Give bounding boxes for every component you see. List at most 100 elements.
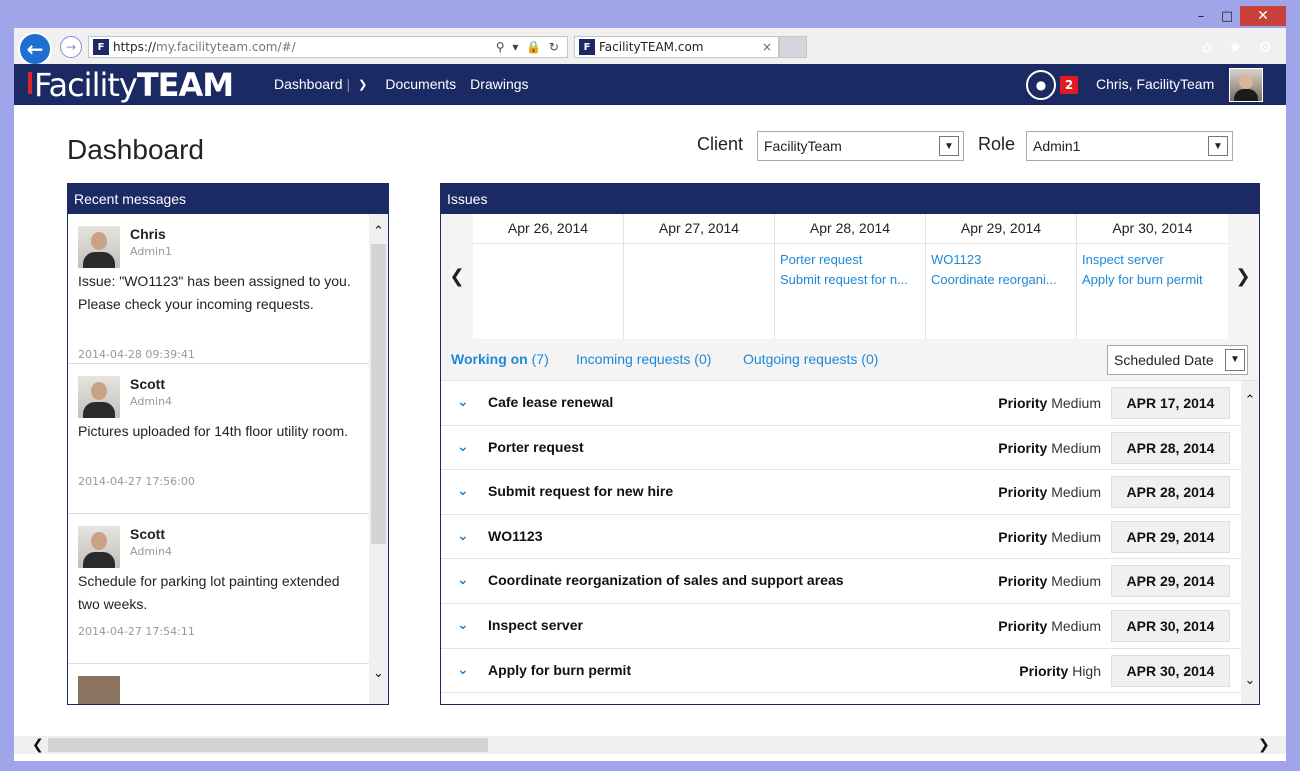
issue-row[interactable]: ⌄ Cafe lease renewal Priority Medium APR…: [441, 381, 1241, 426]
page-horizontal-scrollbar[interactable]: ❮ ❯: [14, 736, 1286, 754]
issue-title[interactable]: Submit request for new hire: [488, 483, 673, 499]
chevron-down-icon[interactable]: ⌄: [457, 662, 469, 678]
issue-title[interactable]: Cafe lease renewal: [488, 394, 613, 410]
chevron-down-icon[interactable]: ⌄: [1241, 673, 1259, 688]
message-item[interactable]: Scott Admin4 Pictures uploaded for 14th …: [68, 364, 369, 514]
issue-row[interactable]: ⌄ WO1123 Priority Medium APR 29, 2014: [441, 514, 1241, 560]
message-text: Pictures uploaded for 14th floor utility…: [78, 423, 349, 439]
calendar-issue-link[interactable]: Inspect server: [1077, 250, 1228, 270]
chevron-down-icon[interactable]: ❯: [358, 78, 367, 91]
chevron-left-icon[interactable]: ❮: [441, 214, 473, 339]
message-item[interactable]: [68, 664, 369, 704]
chevron-up-icon[interactable]: ⌃: [369, 224, 388, 239]
priority-value: Medium: [1051, 573, 1101, 590]
browser-tab[interactable]: F FacilityTEAM.com ×: [574, 36, 779, 58]
chevron-down-icon[interactable]: ▼: [1225, 349, 1245, 371]
browser-toolbar: ← → F https://my.facilityteam.com/#/ ⚲ ▾…: [14, 28, 1286, 66]
nav-drawings[interactable]: Drawings: [470, 76, 528, 92]
calendar-issue-link[interactable]: Coordinate reorgani...: [926, 270, 1076, 290]
address-actions-icon[interactable]: ⚲ ▾ 🔒 ↻: [496, 40, 567, 54]
maximize-button[interactable]: □: [1214, 6, 1240, 26]
issue-date: APR 28, 2014: [1111, 476, 1230, 509]
issue-row[interactable]: ⌄ Apply for burn permit Priority High AP…: [441, 648, 1241, 694]
address-bar[interactable]: F https://my.facilityteam.com/#/ ⚲ ▾ 🔒 ↻: [88, 36, 568, 58]
avatar: [78, 376, 120, 418]
issue-row[interactable]: ⌄ Porter request Priority Medium APR 28,…: [441, 425, 1241, 471]
facilityteam-logo[interactable]: FacilityTEAM: [28, 66, 234, 104]
chevron-up-icon[interactable]: ⌃: [1241, 393, 1259, 408]
notification-badge[interactable]: 2: [1060, 76, 1078, 94]
tab-outgoing-requests[interactable]: Outgoing requests (0): [743, 351, 878, 367]
chevron-down-icon[interactable]: ⌄: [457, 572, 469, 588]
close-button[interactable]: ✕: [1240, 6, 1286, 26]
message-author: Scott: [130, 376, 165, 392]
chevron-down-icon[interactable]: ⌄: [457, 394, 469, 410]
chevron-down-icon[interactable]: ▼: [939, 136, 959, 156]
messages-scrollbar[interactable]: ⌃ ⌄: [369, 214, 388, 704]
role-select[interactable]: Admin1 ▼: [1026, 131, 1233, 161]
priority-label: Priority: [998, 484, 1048, 501]
chevron-down-icon[interactable]: ⌄: [457, 439, 469, 455]
calendar-issue-link[interactable]: Porter request: [775, 250, 925, 270]
issue-date: APR 30, 2014: [1111, 654, 1230, 687]
chevron-down-icon[interactable]: ⌄: [457, 617, 469, 633]
tab-close-icon[interactable]: ×: [762, 40, 772, 54]
scrollbar-thumb[interactable]: [48, 738, 488, 752]
tab-title: FacilityTEAM.com: [599, 40, 704, 54]
logo-text-light: Facility: [34, 66, 138, 104]
back-arrow-icon[interactable]: ←: [18, 32, 52, 66]
message-item[interactable]: Scott Admin4 Schedule for parking lot pa…: [68, 514, 369, 664]
avatar[interactable]: [1229, 68, 1263, 102]
forward-arrow-icon[interactable]: →: [60, 36, 82, 58]
issue-row[interactable]: ⌄ Coordinate reorganization of sales and…: [441, 559, 1241, 604]
browser-window: – □ ✕ ← → F https://my.facilityteam.com/…: [0, 0, 1300, 771]
sort-select[interactable]: Scheduled Date ▼: [1107, 345, 1248, 375]
calendar-issue-link[interactable]: Apply for burn permit: [1077, 270, 1228, 290]
message-item[interactable]: Chris Admin1 Issue: "WO1123" has been as…: [68, 214, 369, 364]
calendar-issue-link[interactable]: WO1123: [926, 250, 1076, 270]
chevron-down-icon[interactable]: ⌄: [457, 528, 469, 544]
avatar: [78, 676, 120, 704]
issue-date: APR 29, 2014: [1111, 565, 1230, 598]
priority-label: Priority: [998, 395, 1048, 411]
calendar-issue-link[interactable]: Submit request for n...: [775, 270, 925, 290]
calendar-day: Apr 28, 2014 Porter request Submit reque…: [775, 214, 926, 339]
chevron-down-icon[interactable]: ▼: [1208, 136, 1228, 156]
priority-value: Medium: [1051, 439, 1101, 456]
issue-row[interactable]: ⌄ Inspect server Priority Medium APR 30,…: [441, 603, 1241, 649]
nav-documents[interactable]: Documents: [385, 76, 456, 92]
new-tab-button[interactable]: [779, 36, 807, 58]
chevron-down-icon[interactable]: ⌄: [457, 483, 469, 499]
chevron-right-icon[interactable]: ❯: [1258, 736, 1270, 754]
issues-scrollbar[interactable]: ⌃ ⌄: [1241, 381, 1259, 704]
browser-viewport: ← → F https://my.facilityteam.com/#/ ⚲ ▾…: [14, 28, 1286, 761]
minimize-button[interactable]: –: [1188, 6, 1214, 26]
message-author-role: Admin1: [130, 245, 173, 258]
issue-title[interactable]: Apply for burn permit: [488, 662, 631, 678]
chat-bubble-icon[interactable]: ●: [1026, 70, 1056, 100]
tab-incoming-requests[interactable]: Incoming requests (0): [576, 351, 711, 367]
tab-working-on[interactable]: Working on (7): [451, 351, 549, 367]
chevron-left-icon[interactable]: ❮: [32, 736, 44, 754]
home-favorites-settings-icon[interactable]: ⌂ ★ ⚙: [1202, 38, 1278, 56]
issue-title[interactable]: Inspect server: [488, 617, 583, 633]
address-url[interactable]: https://my.facilityteam.com/#/: [113, 40, 496, 54]
chevron-right-icon[interactable]: ❯: [1227, 214, 1259, 339]
message-text: Issue: "WO1123" has been assigned to you…: [78, 273, 351, 312]
issue-title[interactable]: WO1123: [488, 528, 542, 544]
issue-title[interactable]: Coordinate reorganization of sales and s…: [488, 572, 844, 588]
issue-title[interactable]: Porter request: [488, 439, 584, 455]
client-label: Client: [697, 134, 744, 154]
issues-panel: Issues ❮ Apr 26, 2014 Apr 27, 2014 Apr 2…: [440, 183, 1260, 705]
message-author: Chris: [130, 226, 166, 242]
message-timestamp: 2014-04-27 17:56:00: [78, 475, 195, 488]
scrollbar-thumb[interactable]: [371, 244, 386, 544]
user-menu[interactable]: Chris, FacilityTeam: [1096, 76, 1214, 92]
window-controls: – □ ✕: [1188, 6, 1286, 26]
issue-row[interactable]: ⌄ Submit request for new hire Priority M…: [441, 470, 1241, 515]
role-select-value: Admin1: [1033, 138, 1081, 154]
role-label: Role: [978, 134, 1016, 154]
nav-dashboard[interactable]: Dashboard: [274, 76, 343, 92]
chevron-down-icon[interactable]: ⌄: [369, 666, 388, 681]
client-select[interactable]: FacilityTeam ▼: [757, 131, 964, 161]
